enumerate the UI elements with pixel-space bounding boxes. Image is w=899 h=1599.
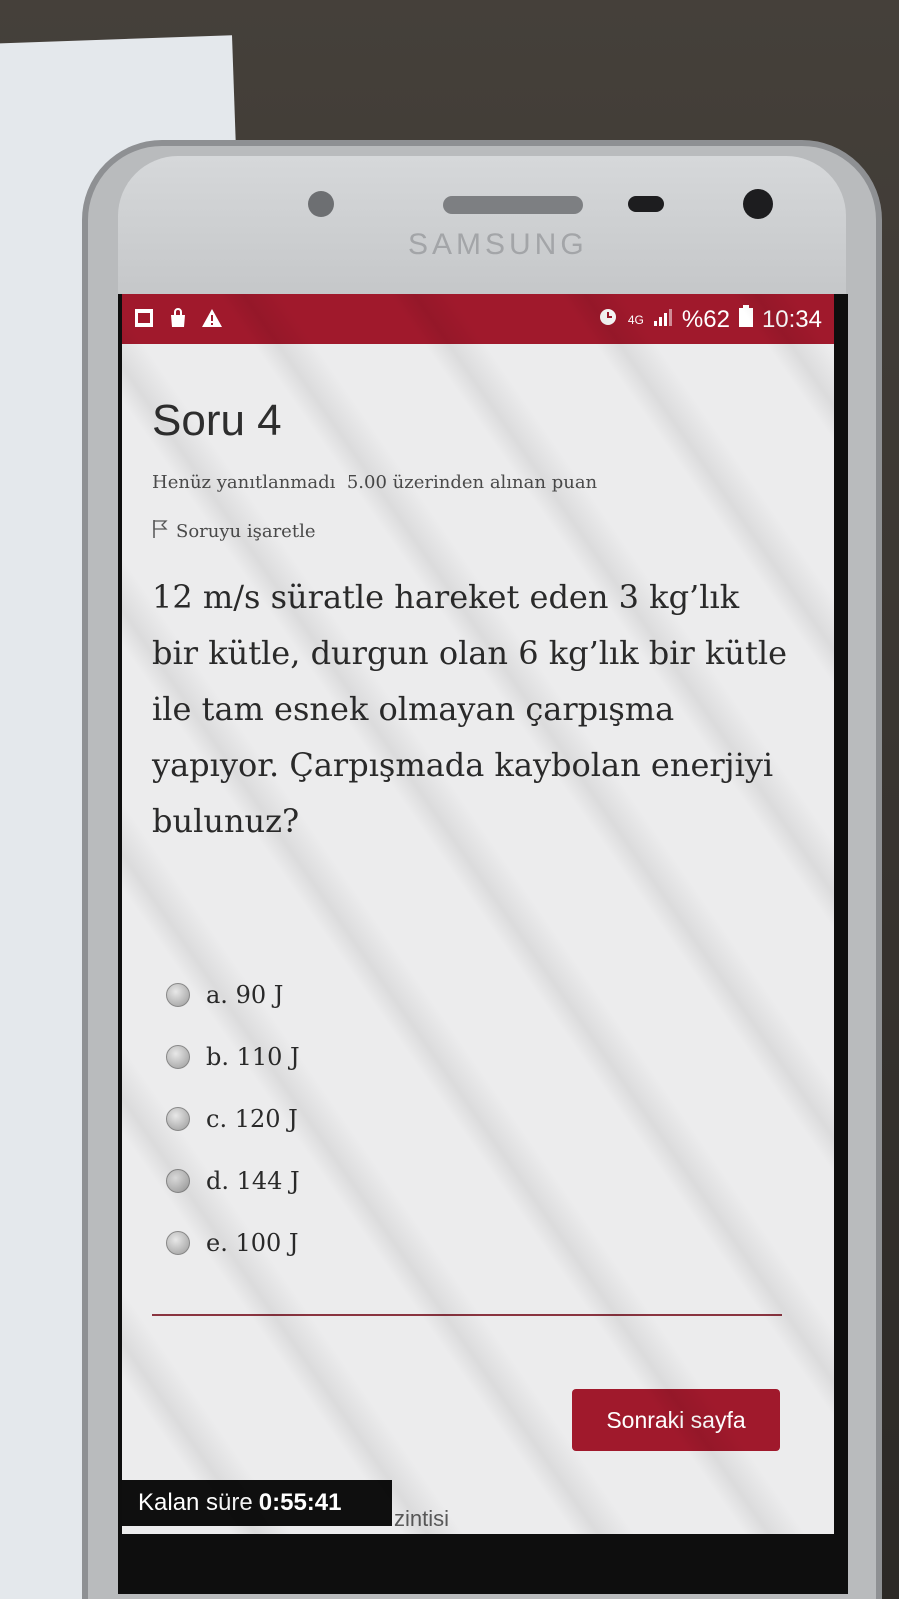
question-meta: Henüz yanıtlanmadı 5.00 üzerinden alınan…	[152, 472, 597, 493]
phone-top-bezel: SAMSUNG	[118, 156, 846, 296]
timer-label: Kalan süre	[138, 1489, 253, 1516]
next-page-button[interactable]: Sonraki sayfa	[572, 1389, 780, 1451]
signal-icon	[652, 306, 674, 334]
status-bar-left	[132, 307, 224, 331]
option-label: e. 100 J	[206, 1229, 299, 1257]
warning-icon	[200, 307, 224, 331]
option-label: c. 120 J	[206, 1105, 298, 1133]
flag-icon	[152, 519, 168, 544]
option-label: a. 90 J	[206, 981, 284, 1009]
flag-label: Soruyu işaretle	[176, 521, 316, 542]
radio-button-d[interactable]	[166, 1169, 190, 1193]
score-info: 5.00 üzerinden alınan puan	[346, 472, 598, 493]
status-bar-right: 4G %62 10:34	[596, 304, 822, 335]
battery-icon	[738, 304, 754, 335]
network-type: 4G	[627, 312, 644, 327]
answer-option-a[interactable]: a. 90 J	[166, 964, 300, 1026]
timer-value: 0:55:41	[258, 1489, 342, 1516]
radio-button-a[interactable]	[166, 983, 190, 1007]
earpiece-speaker	[443, 196, 583, 214]
answer-status: Henüz yanıtlanmadı	[152, 472, 336, 493]
radio-button-c[interactable]	[166, 1107, 190, 1131]
section-divider	[152, 1314, 782, 1316]
flag-question-link[interactable]: Soruyu işaretle	[152, 519, 315, 544]
brand-logo: SAMSUNG	[408, 228, 588, 261]
proximity-sensor	[628, 196, 664, 212]
footer-link-partial[interactable]: zintisi	[394, 1506, 449, 1532]
radio-button-e[interactable]	[166, 1231, 190, 1255]
question-title: Soru 4	[152, 396, 282, 445]
answer-option-e[interactable]: e. 100 J	[166, 1212, 300, 1274]
option-label: b. 110 J	[206, 1043, 300, 1071]
answer-option-c[interactable]: c. 120 J	[166, 1088, 300, 1150]
option-label: d. 144 J	[206, 1167, 300, 1195]
answer-option-d[interactable]: d. 144 J	[166, 1150, 300, 1212]
battery-percent: %62	[681, 305, 730, 333]
gallery-icon	[132, 307, 156, 331]
answer-option-b[interactable]: b. 110 J	[166, 1026, 300, 1088]
status-bar: 4G %62 10:34	[122, 294, 834, 344]
selfie-camera-icon	[743, 189, 773, 219]
phone-screen: 4G %62 10:34 Soru 4 Henüz yanıtlanmadı 5…	[122, 294, 834, 1534]
bag-icon	[166, 307, 190, 331]
clock: 10:34	[761, 305, 822, 333]
front-camera-icon	[308, 191, 334, 217]
answer-options: a. 90 J b. 110 J c. 120 J d. 144 J e. 10…	[166, 964, 300, 1274]
alarm-icon	[596, 304, 620, 335]
question-text: 12 m/s süratle hareket eden 3 kg’lık bir…	[152, 578, 788, 840]
radio-button-b[interactable]	[166, 1045, 190, 1069]
photo-scene: SAMSUNG 4G %62 10:34 Soru 4 Henüz yanıtl…	[0, 0, 899, 1599]
time-remaining-banner: Kalan süre 0:55:41	[122, 1480, 392, 1526]
